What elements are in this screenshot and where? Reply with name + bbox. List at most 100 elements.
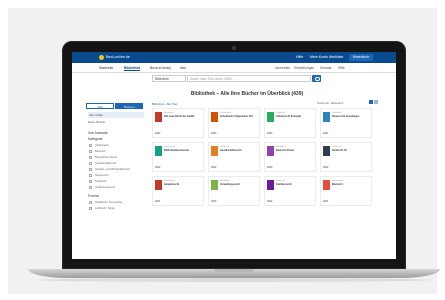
tab-topics[interactable]: Themen	[115, 103, 143, 109]
checkbox[interactable]	[89, 207, 92, 210]
nav-right-logout[interactable]: Abmelden	[275, 66, 290, 70]
product-year: 2021	[323, 200, 329, 203]
checkbox[interactable]	[89, 186, 92, 189]
product-title[interactable]: Strafrecht AT	[332, 149, 372, 152]
format-filter-row[interactable]: Lehrbuch / Skript	[86, 206, 144, 212]
laptop-base-notch	[214, 269, 254, 272]
product-type: Kommentar	[220, 112, 232, 114]
book-cover-image[interactable]	[155, 112, 162, 122]
checkbox[interactable]	[89, 174, 92, 177]
category-filter-label: Verfassungsrecht	[95, 185, 116, 189]
book-cover-image[interactable]	[211, 112, 218, 122]
product-card[interactable]: Lehrbuch Gesellschaftsrecht 2022	[208, 142, 260, 172]
product-year: 2023	[267, 132, 273, 135]
nav-item-elibrary[interactable]: Beck-eLibrary	[150, 66, 171, 70]
product-type: Handbuch	[220, 180, 230, 182]
product-card[interactable]: Kommentar BGB Handkommentar 2022	[152, 142, 204, 172]
product-card[interactable]: Lehrbuch Arbeitsrecht Kompakt 2023	[264, 108, 316, 138]
category-filter-label: Baurecht	[95, 149, 106, 153]
category-filter-row[interactable]: Verfassungsrecht	[86, 185, 144, 191]
nav-right-help[interactable]: Hilfe	[338, 66, 345, 70]
product-type: Handbuch	[276, 146, 286, 148]
page-title: Bibliothek – Alle Ihre Bücher im Überbli…	[190, 91, 304, 97]
topbar-item-help[interactable]: Hilfe	[296, 55, 303, 59]
search-input[interactable]: Suche nach Titel, Autor, ISBN ...	[187, 75, 311, 82]
filter-heading: Ihre Auswahl	[88, 131, 108, 135]
checkbox[interactable]	[89, 168, 92, 171]
list-view-icon[interactable]	[374, 100, 378, 104]
book-cover-image[interactable]	[267, 112, 274, 122]
nav-right-contact[interactable]: Kontakt	[320, 66, 332, 70]
category-filter-label: Bürgerliches Recht	[95, 155, 117, 159]
checkbox[interactable]	[89, 180, 92, 183]
nav-item-new[interactable]: Neu	[180, 66, 186, 70]
product-type: Lehrbuch	[332, 146, 342, 148]
topbar-item-account[interactable]: Mein Konto	[310, 55, 328, 59]
brand-name[interactable]: Beck-online.de	[106, 55, 130, 59]
format-heading: Format	[88, 194, 99, 198]
product-card[interactable]: Kommentar Mietrecht 2021	[320, 176, 372, 206]
book-cover-image[interactable]	[155, 146, 162, 156]
product-title[interactable]: Handelsrecht	[164, 183, 204, 186]
product-type: Lehrbuch	[276, 112, 286, 114]
product-card[interactable]: Handbuch Verwaltungsrecht 2023	[208, 176, 260, 206]
product-title[interactable]: Verwaltungsrecht	[220, 183, 260, 186]
cart-button[interactable]: Warenkorb	[349, 54, 373, 61]
product-card[interactable]: Handbuch Steuerrecht Grundlagen 2021	[320, 108, 372, 138]
topbar-item-watchlist[interactable]: Merkliste	[329, 55, 343, 59]
product-title[interactable]: Das neue Recht der GmbH	[164, 115, 204, 118]
checkbox[interactable]	[89, 150, 92, 153]
product-title[interactable]: Familienrecht	[276, 183, 316, 186]
sort-control[interactable]: Sortieren: Relevanz	[317, 101, 343, 105]
product-year: 2022	[155, 166, 161, 169]
product-card[interactable]: Lehrbuch Familienrecht 2022	[264, 176, 316, 206]
grid-view-icon[interactable]	[369, 100, 373, 104]
product-title[interactable]: Gesellschaftsrecht	[220, 149, 260, 152]
product-type: Kommentar	[164, 146, 176, 148]
top-bar: Beck-online.de Hilfe Mein Konto Merklist…	[72, 52, 396, 63]
book-cover-image[interactable]	[155, 180, 162, 190]
checkbox[interactable]	[89, 201, 92, 204]
search-scope-select[interactable]: Bibliothek	[152, 75, 186, 82]
search-button[interactable]	[312, 75, 321, 82]
product-type: Lehrbuch	[220, 146, 230, 148]
logo-icon	[99, 55, 104, 60]
category-filter-label: Arbeitsrecht	[95, 143, 109, 147]
book-cover-image[interactable]	[267, 180, 274, 190]
product-card[interactable]: Kommentar Schuldrecht Allgemeiner Teil 202…	[208, 108, 260, 138]
book-cover-image[interactable]	[211, 146, 218, 156]
checkbox[interactable]	[89, 162, 92, 165]
sidebar-link-mine[interactable]: Meine Bücher	[88, 120, 144, 124]
category-filter-label: Strafrecht	[95, 179, 107, 183]
book-cover-image[interactable]	[323, 112, 330, 122]
nav-item-library[interactable]: Bibliothek	[124, 66, 141, 71]
category-filter-label: Gesellschaftsrecht	[95, 161, 117, 165]
laptop-shadow	[38, 278, 430, 282]
product-title[interactable]: Mietrecht	[332, 183, 372, 186]
product-type: Kommentar	[164, 180, 176, 182]
product-title[interactable]: Arbeitsrecht Kompakt	[276, 115, 316, 118]
product-title[interactable]: BGB Handkommentar	[164, 149, 204, 152]
category-heading: Kategorie	[88, 137, 103, 141]
breadcrumb[interactable]: Bibliothek › Alle Titel	[152, 102, 177, 106]
sidebar-link-all[interactable]: Alle Inhalte	[88, 112, 144, 118]
category-filter-label: Handels- und Wirtschaftsrecht	[95, 167, 130, 171]
checkbox[interactable]	[89, 144, 92, 147]
product-title[interactable]: Baurecht Praxis	[276, 149, 316, 152]
checkbox[interactable]	[89, 156, 92, 159]
laptop-base	[28, 269, 440, 278]
product-card[interactable]: Handbuch Das neue Recht der GmbH 2022	[152, 108, 204, 138]
tab-titles[interactable]: Titel	[86, 103, 114, 109]
nav-right-settings[interactable]: Einstellungen	[294, 66, 314, 70]
book-cover-image[interactable]	[323, 146, 330, 156]
product-card[interactable]: Kommentar Handelsrecht 2021	[152, 176, 204, 206]
product-title[interactable]: Schuldrecht Allgemeiner Teil	[220, 115, 260, 118]
product-card[interactable]: Lehrbuch Strafrecht AT 2022	[320, 142, 372, 172]
product-title[interactable]: Steuerrecht Grundlagen	[332, 115, 372, 118]
book-cover-image[interactable]	[267, 146, 274, 156]
format-list: Handbuch / Kommentar Lehrbuch / Skript	[86, 200, 144, 212]
book-cover-image[interactable]	[323, 180, 330, 190]
product-card[interactable]: Handbuch Baurecht Praxis 2023	[264, 142, 316, 172]
book-cover-image[interactable]	[211, 180, 218, 190]
nav-item-start[interactable]: Startseite	[99, 66, 113, 70]
